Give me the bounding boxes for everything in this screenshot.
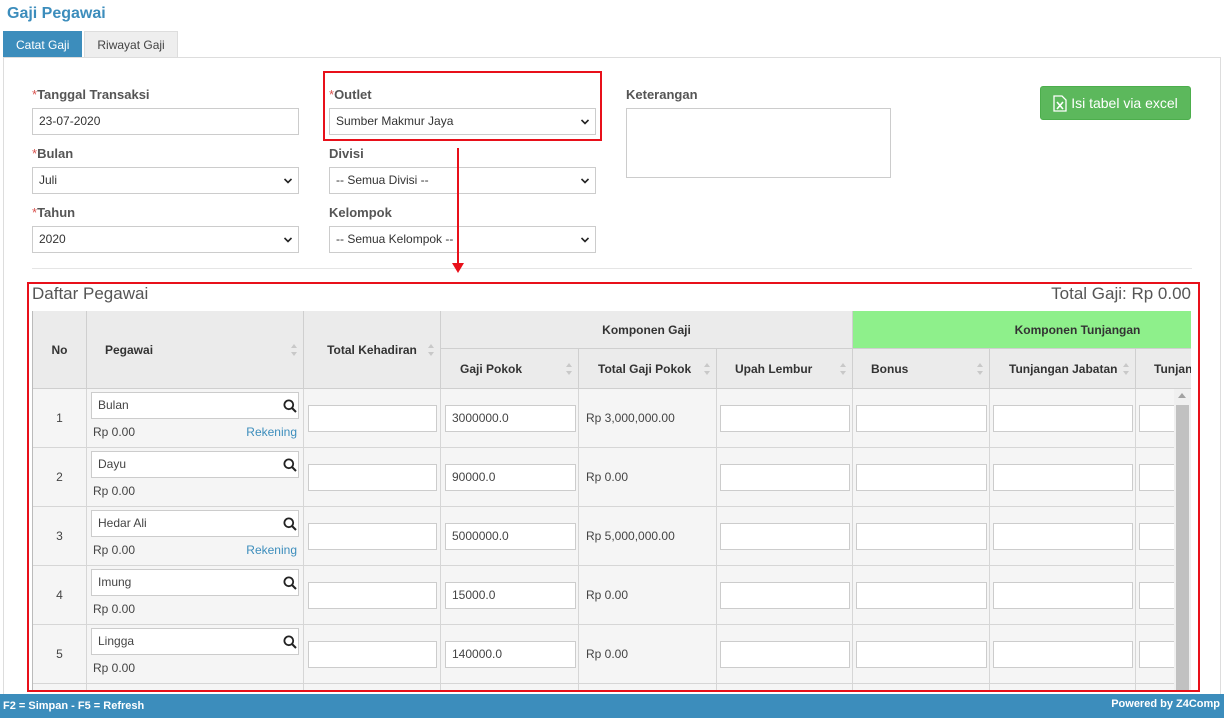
chevron-down-icon: [284, 237, 292, 243]
page-title: Gaji Pegawai: [7, 5, 106, 22]
import-excel-button[interactable]: Isi tabel via excel: [1040, 86, 1191, 120]
tab-riwayat-gaji[interactable]: Riwayat Gaji: [84, 31, 178, 58]
kelompok-select[interactable]: -- Semua Kelompok --: [329, 226, 596, 253]
bulan-select[interactable]: Juli: [32, 167, 299, 194]
tahun-value: 2020: [39, 232, 66, 246]
bulan-label: *Bulan: [32, 146, 74, 161]
kelompok-value: -- Semua Kelompok --: [336, 232, 454, 246]
tanggal-label: *Tanggal Transaksi: [32, 87, 150, 102]
footer-shortcuts: F2 = Simpan - F5 = Refresh: [3, 700, 145, 712]
divisi-label: Divisi: [329, 146, 364, 161]
annotation-arrow-head: [452, 263, 464, 273]
kelompok-label: Kelompok: [329, 205, 392, 220]
chevron-down-icon: [284, 178, 292, 184]
footer-bar: F2 = Simpan - F5 = Refresh Powered by Z4…: [0, 694, 1224, 718]
tahun-label: *Tahun: [32, 205, 76, 220]
outlet-highlight-box: [323, 71, 602, 141]
import-excel-label: Isi tabel via excel: [1071, 95, 1178, 111]
divisi-value: -- Semua Divisi --: [336, 173, 429, 187]
excel-file-icon: [1053, 94, 1067, 112]
chevron-down-icon: [581, 178, 589, 184]
footer-powered: Powered by Z4Comp: [1111, 698, 1220, 710]
keterangan-textarea[interactable]: [626, 108, 891, 178]
tahun-select[interactable]: 2020: [32, 226, 299, 253]
keterangan-label: Keterangan: [626, 87, 698, 102]
chevron-down-icon: [581, 237, 589, 243]
divisi-select[interactable]: -- Semua Divisi --: [329, 167, 596, 194]
daftar-pegawai-highlight-box: [27, 282, 1200, 692]
bulan-value: Juli: [39, 173, 58, 187]
annotation-arrow-line: [457, 148, 459, 266]
section-divider: [32, 268, 1192, 269]
tab-bar: Catat Gaji Riwayat Gaji: [3, 31, 180, 58]
tab-catat-gaji[interactable]: Catat Gaji: [3, 31, 83, 58]
tanggal-input[interactable]: 23-07-2020: [32, 108, 299, 135]
